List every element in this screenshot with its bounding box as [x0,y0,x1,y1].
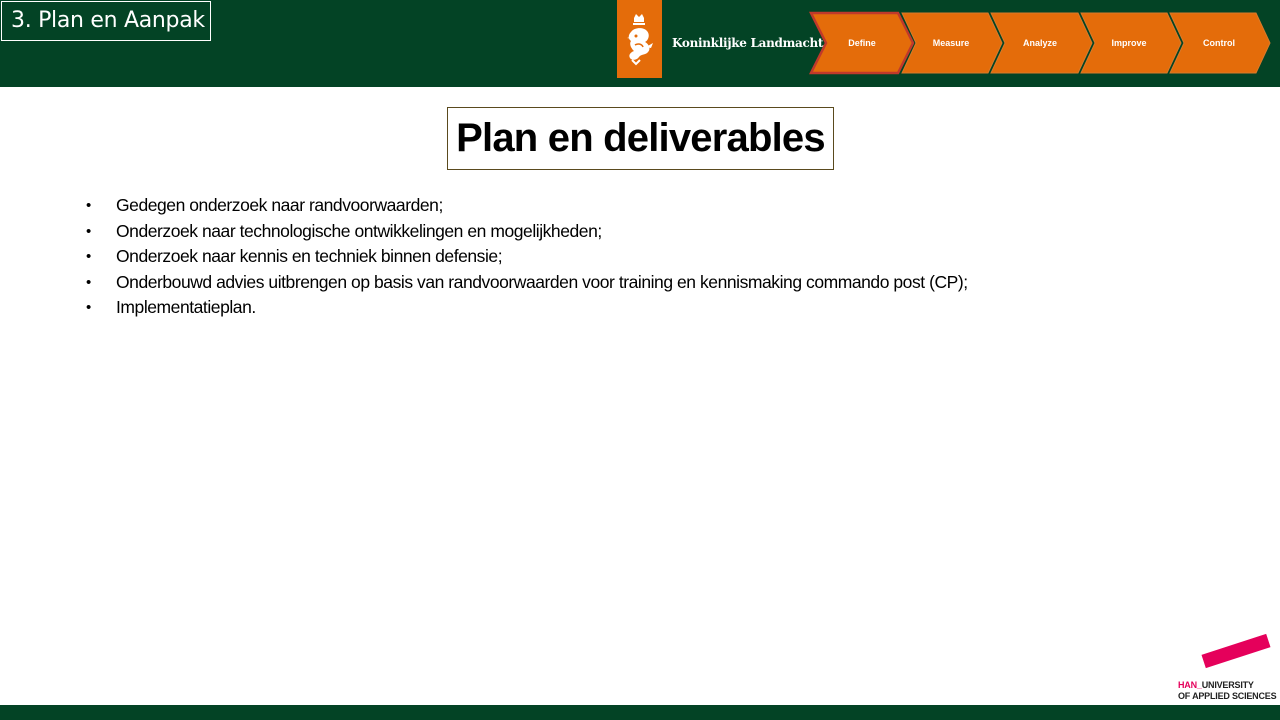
list-item-text: Onderzoek naar kennis en techniek binnen… [116,246,503,266]
list-item: • Implementatieplan. [86,295,968,321]
han-logo-text: HAN_UNIVERSITY OF APPLIED SCIENCES [1178,680,1277,702]
footer-bar [0,705,1280,720]
list-item-text: Gedegen onderzoek naar randvoorwaarden; [116,195,443,215]
header-bar: 3. Plan en Aanpak Koninklijke Landmacht … [0,0,1280,87]
deliverables-list: • Gedegen onderzoek naar randvoorwaarden;… [86,193,968,321]
slide-title: Plan en deliverables [447,107,834,170]
list-item-text: Onderzoek naar technologische ontwikkeli… [116,220,602,241]
list-item-text: Implementatieplan. [116,297,256,317]
bullet-icon: • [86,197,91,214]
bullet-icon: • [86,299,91,316]
list-item: • Onderbouwd advies uitbrengen op basis v… [86,270,968,296]
dmaic-step-analyze-label: Analyze [1022,38,1057,48]
dmaic-step-control-label: Control [1203,38,1235,48]
section-title: 3. Plan en Aanpak [1,1,211,41]
dmaic-process-bar: Define Measure Analyze Improve Control [808,10,1274,76]
bullet-icon: • [86,248,91,265]
han-logo-line1: UNIVERSITY [1201,680,1254,690]
han-logo-prefix: HAN_ [1178,680,1202,690]
list-item-text: Onderbouwd advies uitbrengen op basis va… [116,271,968,292]
han-university-logo: HAN_UNIVERSITY OF APPLIED SCIENCES [1176,633,1277,705]
dmaic-step-define-label: Define [848,38,876,48]
han-logo-line2: OF APPLIED SCIENCES [1178,691,1277,701]
dmaic-step-measure-label: Measure [932,38,970,48]
landmacht-logo [617,0,662,78]
han-logo-bar-icon [1201,633,1271,669]
list-item: • Gedegen onderzoek naar randvoorwaarden; [86,193,968,219]
list-item: • Onderzoek naar technologische ontwikkel… [86,219,968,245]
dmaic-step-improve-label: Improve [1111,38,1147,48]
list-item: • Onderzoek naar kennis en techniek binne… [86,244,968,270]
royal-lion-crest-icon [627,14,653,66]
organization-name: Koninklijke Landmacht [672,36,824,50]
bullet-icon: • [86,222,91,240]
bullet-icon: • [86,273,91,291]
